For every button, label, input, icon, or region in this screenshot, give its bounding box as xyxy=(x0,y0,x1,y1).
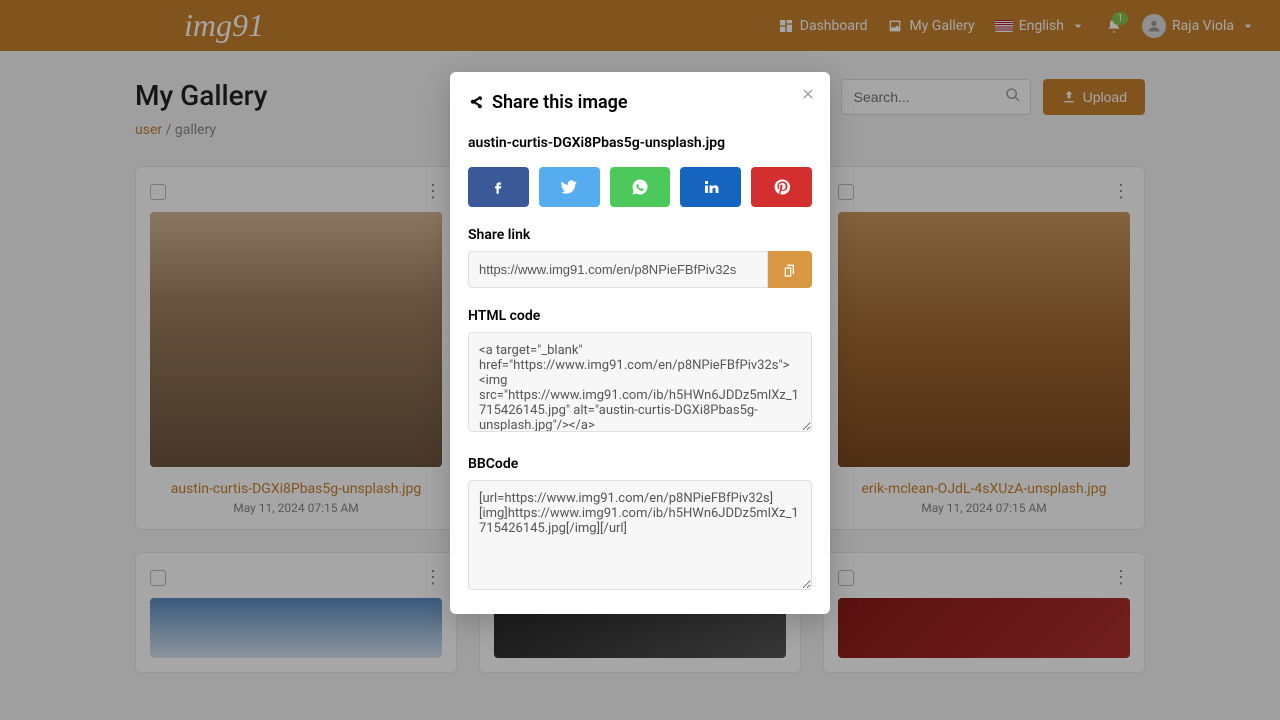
close-icon xyxy=(800,86,816,102)
modal-title: Share this image xyxy=(468,92,812,113)
share-icon xyxy=(468,95,484,111)
copy-icon xyxy=(782,262,798,278)
bbcode-textarea[interactable] xyxy=(468,480,812,590)
bbcode-label: BBCode xyxy=(468,456,812,472)
close-button[interactable] xyxy=(800,86,816,107)
share-facebook-button[interactable] xyxy=(468,167,529,207)
modal-filename: austin-curtis-DGXi8Pbas5g-unsplash.jpg xyxy=(468,135,812,151)
html-code-label: HTML code xyxy=(468,308,812,324)
share-modal: Share this image austin-curtis-DGXi8Pbas… xyxy=(450,72,830,614)
facebook-icon xyxy=(489,178,507,196)
modal-title-text: Share this image xyxy=(492,92,628,113)
whatsapp-icon xyxy=(631,178,649,196)
share-link-label: Share link xyxy=(468,227,812,243)
share-pinterest-button[interactable] xyxy=(751,167,812,207)
share-linkedin-button[interactable] xyxy=(680,167,741,207)
share-link-input[interactable] xyxy=(468,251,768,288)
share-whatsapp-button[interactable] xyxy=(610,167,671,207)
pinterest-icon xyxy=(773,178,791,196)
twitter-icon xyxy=(560,178,578,196)
share-twitter-button[interactable] xyxy=(539,167,600,207)
linkedin-icon xyxy=(702,178,720,196)
share-link-row xyxy=(468,251,812,288)
html-code-textarea[interactable] xyxy=(468,332,812,432)
social-row xyxy=(468,167,812,207)
copy-link-button[interactable] xyxy=(768,251,812,288)
